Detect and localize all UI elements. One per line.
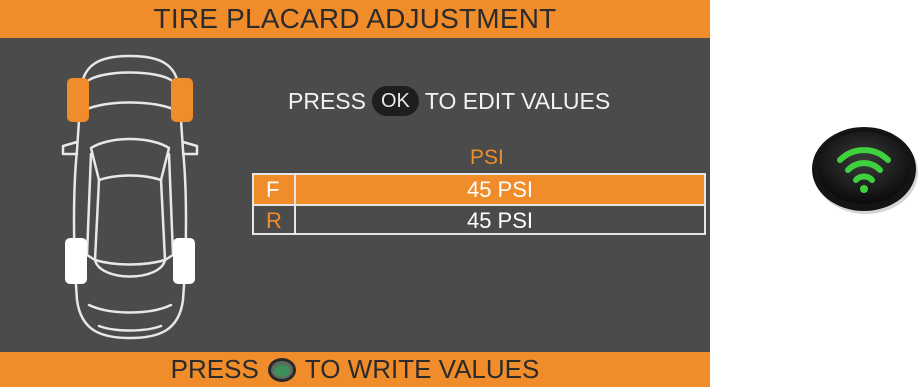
car-left-window bbox=[85, 152, 97, 262]
screen-title: TIRE PLACARD ADJUSTMENT bbox=[0, 0, 710, 38]
green-button-icon bbox=[267, 357, 296, 382]
car-left-mirror bbox=[61, 140, 79, 156]
tire-rear-right bbox=[173, 238, 195, 284]
ok-button-icon: OK bbox=[371, 86, 419, 116]
row-value-front[interactable]: 45 PSI bbox=[296, 175, 704, 204]
unit-header: PSI bbox=[470, 146, 504, 169]
tpms-screen: TIRE PLACARD ADJUSTMENT PRESS OK TO EDIT… bbox=[0, 0, 710, 387]
pressure-table: F 45 PSI R 45 PSI bbox=[252, 173, 706, 235]
row-label-front: F bbox=[254, 175, 296, 204]
car-windshield bbox=[89, 137, 171, 182]
row-label-rear: R bbox=[254, 206, 296, 233]
car-roof bbox=[93, 178, 167, 266]
car-right-mirror bbox=[181, 140, 199, 156]
car-diagram bbox=[61, 54, 199, 340]
tire-front-right bbox=[171, 78, 193, 122]
tire-rear-left bbox=[65, 238, 87, 284]
send-button[interactable] bbox=[808, 124, 918, 216]
write-instruction: PRESS TO WRITE VALUES bbox=[0, 352, 710, 387]
footer-suffix: TO WRITE VALUES bbox=[304, 354, 540, 384]
car-rear-bumper bbox=[97, 324, 163, 332]
instruction-suffix: TO EDIT VALUES bbox=[424, 87, 611, 114]
car-hood-line bbox=[87, 71, 173, 82]
car-right-window bbox=[163, 152, 175, 262]
instruction-prefix: PRESS bbox=[288, 87, 366, 114]
car-trunk-line bbox=[87, 303, 173, 314]
edit-instruction: PRESS OK TO EDIT VALUES bbox=[288, 84, 610, 118]
row-value-rear[interactable]: 45 PSI bbox=[296, 206, 704, 233]
pressure-row-front[interactable]: F 45 PSI bbox=[254, 175, 704, 204]
car-body-outline bbox=[72, 54, 188, 340]
pressure-row-rear[interactable]: R 45 PSI bbox=[254, 204, 704, 233]
car-hood-line-2 bbox=[83, 101, 177, 112]
footer-prefix: PRESS bbox=[170, 354, 259, 384]
tire-front-left bbox=[67, 78, 89, 122]
